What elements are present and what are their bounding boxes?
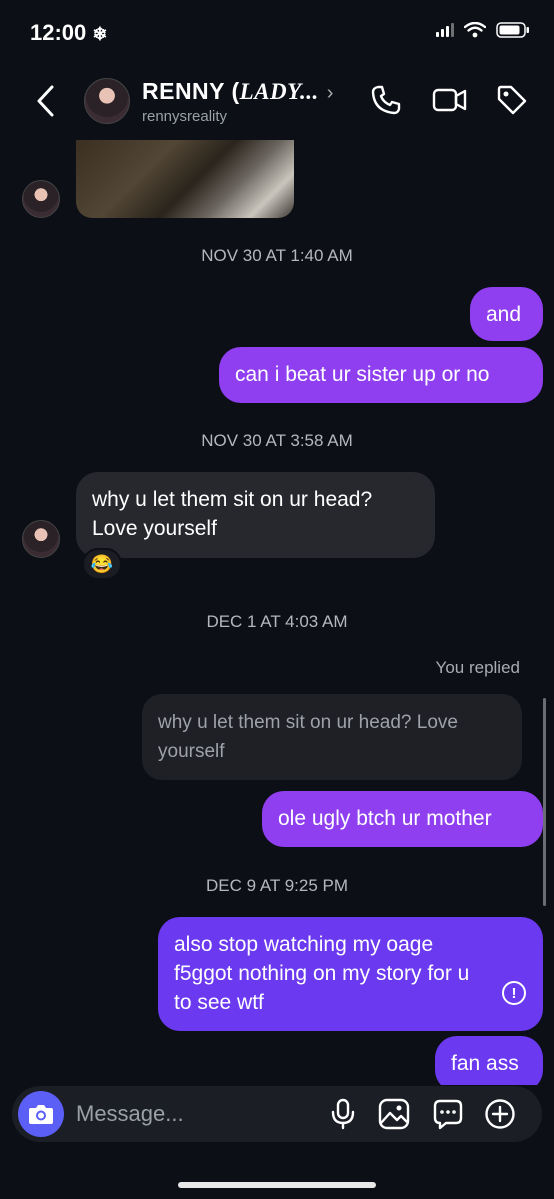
home-indicator[interactable]	[178, 1182, 376, 1188]
back-chevron-icon[interactable]	[34, 84, 58, 118]
replied-label: You replied	[435, 658, 520, 677]
laughing-reaction[interactable]: 😂	[82, 548, 122, 580]
tag-icon[interactable]	[496, 84, 528, 116]
send-error-icon[interactable]: !	[502, 981, 526, 1005]
status-bar: 12:00 ❄	[0, 0, 554, 64]
contact-username: rennysreality	[142, 108, 228, 125]
message-input[interactable]	[76, 1098, 316, 1130]
sender-avatar[interactable]	[22, 180, 60, 218]
quoted-message[interactable]: why u let them sit on ur head? Love your…	[142, 694, 522, 780]
camera-button[interactable]	[18, 1091, 64, 1137]
message-composer	[12, 1086, 542, 1142]
status-icons	[436, 22, 530, 38]
video-camera-icon[interactable]	[432, 84, 468, 116]
chevron-right-icon: ›	[326, 82, 334, 104]
phone-icon[interactable]	[370, 84, 402, 116]
timestamp: DEC 9 AT 9:25 PM	[205, 876, 349, 895]
microphone-icon[interactable]	[330, 1098, 356, 1130]
chat-header: RENNY (LADY... › rennysreality	[0, 64, 554, 140]
outgoing-message[interactable]: fan ass	[435, 1036, 543, 1085]
message-thread[interactable]: NOV 30 AT 1:40 AM and can i beat ur sist…	[0, 140, 554, 1085]
outgoing-message[interactable]: and	[470, 287, 543, 341]
contact-name[interactable]: RENNY (LADY... ›	[142, 78, 334, 105]
contact-avatar[interactable]	[84, 78, 130, 124]
scrollbar[interactable]	[543, 698, 546, 906]
wifi-icon	[464, 22, 486, 38]
sticker-icon[interactable]	[432, 1098, 464, 1130]
timestamp: DEC 1 AT 4:03 AM	[206, 612, 348, 631]
signal-icon	[436, 23, 454, 37]
outgoing-message[interactable]: also stop watching my oage f5ggot nothin…	[158, 917, 543, 1031]
battery-icon	[496, 22, 529, 38]
shared-media-thumbnail[interactable]	[76, 140, 294, 218]
status-time: 12:00 ❄	[30, 20, 108, 45]
plus-icon[interactable]	[484, 1098, 516, 1130]
gallery-icon[interactable]	[378, 1098, 410, 1130]
incoming-message[interactable]: why u let them sit on ur head? Love your…	[76, 472, 435, 558]
timestamp: NOV 30 AT 1:40 AM	[201, 246, 353, 265]
camera-icon	[29, 1105, 53, 1124]
timestamp: NOV 30 AT 3:58 AM	[201, 431, 353, 450]
sender-avatar[interactable]	[22, 520, 60, 558]
outgoing-message[interactable]: ole ugly btch ur mother	[262, 791, 543, 847]
outgoing-message[interactable]: can i beat ur sister up or no	[219, 347, 543, 403]
